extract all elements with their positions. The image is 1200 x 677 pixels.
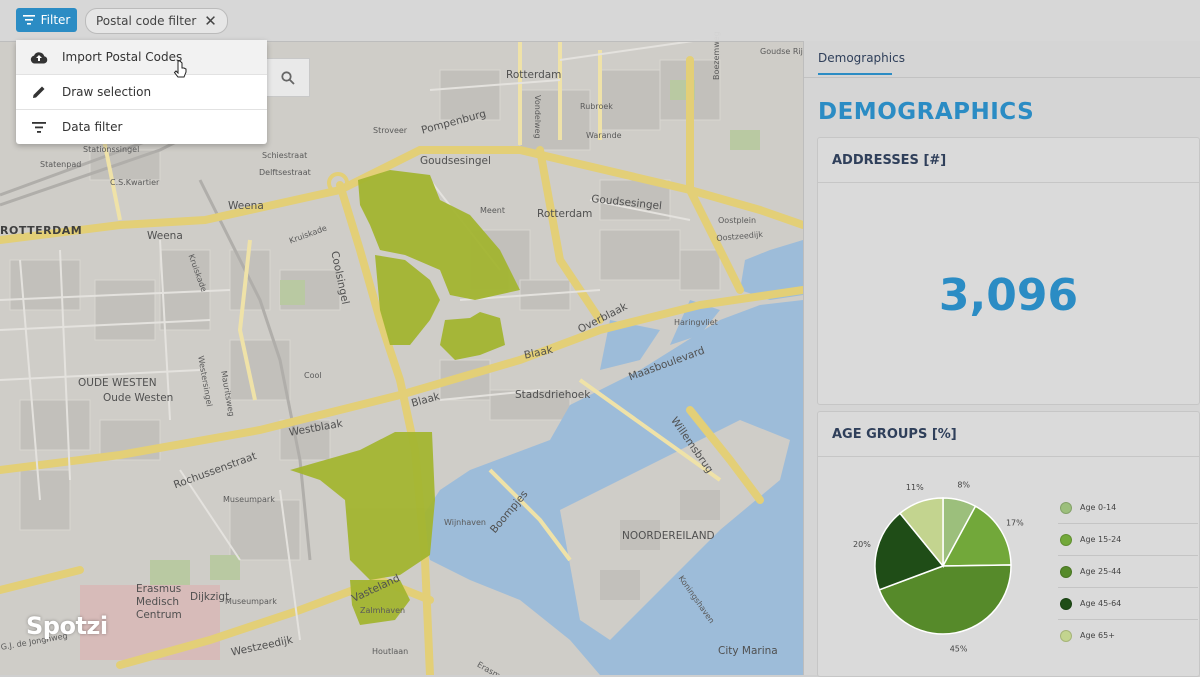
panel-title: DEMOGRAPHICS [818, 99, 1035, 125]
chip-label: Postal code filter [96, 14, 197, 28]
card-header: AGE GROUPS [%] [818, 412, 1199, 457]
spotzi-logo: Spotzi [26, 612, 108, 640]
tab-demographics[interactable]: Demographics [818, 51, 905, 75]
filter-button[interactable]: Filter [16, 8, 77, 32]
legend-label: Age 15-24 [1080, 535, 1122, 544]
menu-item-import-postal-codes[interactable]: Import Postal Codes [16, 40, 267, 75]
legend-item[interactable]: Age 0-14 [1058, 492, 1198, 524]
demographics-panel: Demographics DEMOGRAPHICS ADDRESSES [#] … [803, 41, 1200, 677]
menu-item-label: Draw selection [62, 85, 152, 99]
search-icon [281, 70, 295, 85]
top-toolbar: Filter Postal code filter ✕ [0, 0, 1200, 42]
chart-legend: Age 0-14 Age 15-24 Age 25-44 Age 45-64 Age 6… [1058, 492, 1198, 651]
legend-label: Age 45-64 [1080, 599, 1122, 608]
pencil-icon [16, 85, 62, 99]
menu-item-data-filter[interactable]: Data filter [16, 110, 267, 144]
age-groups-pie-chart: 8% 17% 45% 20% 11% [853, 481, 1024, 654]
divider [804, 77, 1200, 78]
legend-label: Age 25-44 [1080, 567, 1122, 576]
age-groups-card: AGE GROUPS [%] 8% 17% 45% 20% 11% Age 0-14 Ag… [817, 411, 1200, 677]
pie-value-label: 45% [950, 645, 968, 654]
legend-swatch [1060, 501, 1072, 514]
filter-lines-icon [22, 15, 35, 25]
filter-dropdown-menu: Import Postal Codes Draw selection Data … [16, 40, 267, 144]
legend-swatch [1060, 597, 1072, 610]
pie-value-label: 17% [1006, 519, 1024, 528]
filter-button-label: Filter [40, 13, 71, 27]
pie-value-label: 8% [957, 481, 970, 490]
legend-item[interactable]: Age 15-24 [1058, 524, 1198, 556]
postal-code-filter-chip[interactable]: Postal code filter ✕ [85, 8, 228, 34]
menu-item-label: Import Postal Codes [62, 50, 183, 64]
legend-swatch [1060, 533, 1072, 546]
close-icon[interactable]: ✕ [204, 13, 217, 29]
pie-value-label: 11% [906, 483, 924, 492]
legend-label: Age 0-14 [1080, 503, 1117, 512]
legend-item[interactable]: Age 25-44 [1058, 556, 1198, 588]
legend-swatch [1060, 565, 1072, 578]
legend-label: Age 65+ [1080, 631, 1115, 640]
cloud-upload-icon [16, 51, 62, 64]
filter-lines-icon [16, 121, 62, 133]
legend-swatch [1060, 629, 1072, 642]
pie-value-label: 20% [853, 540, 871, 549]
legend-item[interactable]: Age 65+ [1058, 620, 1198, 651]
menu-item-draw-selection[interactable]: Draw selection [16, 75, 267, 110]
menu-item-label: Data filter [62, 120, 123, 134]
legend-item[interactable]: Age 45-64 [1058, 588, 1198, 620]
card-header: ADDRESSES [#] [818, 138, 1199, 183]
mouse-pointer-icon [173, 60, 189, 86]
addresses-card: ADDRESSES [#] 3,096 [817, 137, 1200, 405]
addresses-count: 3,096 [938, 270, 1079, 321]
search-button[interactable] [267, 58, 310, 97]
